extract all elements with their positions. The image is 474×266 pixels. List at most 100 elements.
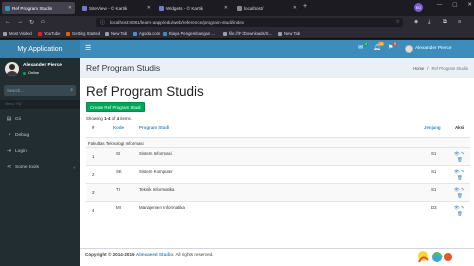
page-favicon-icon (5, 5, 10, 11)
browser-tab-active[interactable]: Ref Program Studis ✕ (2, 2, 75, 14)
avatar-body (6, 71, 18, 76)
home-icon[interactable]: ⌂ (41, 19, 45, 25)
sidebar-user-status: Online (23, 71, 39, 75)
extensions-icon[interactable]: ⧉ (443, 19, 447, 26)
browser-tab-label: Widgets - © Kartik (166, 5, 204, 11)
row-program-studi: Sistem Komputer (139, 169, 173, 174)
breadcrumb-separator: / (427, 66, 429, 71)
row-number: 2 (92, 172, 95, 177)
app-brand[interactable]: My Application (0, 40, 80, 58)
bookmark-item[interactable]: Most Visited (3, 31, 32, 36)
bookmark-item[interactable]: Getting Started (66, 31, 100, 36)
row-program-studi: Manajemen Informatika (139, 205, 185, 210)
minimize-icon[interactable]: — (437, 2, 443, 8)
content-panel: Ref Program Studis Create Ref Program St… (80, 78, 474, 248)
bookmark-icon (105, 31, 109, 36)
sidebar-toggle-icon[interactable]: ☰ (85, 44, 91, 52)
row-actions: 👁︎ ✎ 🗑︎ (454, 205, 468, 217)
messages-badge: 4 (364, 42, 368, 46)
row-jenjang: D3 (431, 205, 437, 210)
bookmark-label: New Tab (284, 31, 301, 36)
footer-copyright-prefix: Copyright © 2014-2015 (85, 252, 135, 257)
delete-trash-icon[interactable]: 🗑︎ (457, 175, 463, 181)
bookmark-label: Biaya Pengembangan ... (169, 31, 215, 36)
row-jenjang: S1 (431, 187, 437, 192)
sidebar-item-debug[interactable]: ◔ Debug (0, 129, 80, 141)
close-tab-icon[interactable]: ✕ (68, 5, 72, 11)
column-header-program-studi[interactable]: Program Studi (139, 125, 169, 130)
sidebar-item-label: Login (15, 148, 27, 154)
share-icon: ⋖ (6, 164, 12, 170)
maximize-icon[interactable]: ▢ (452, 2, 457, 8)
close-tab-icon[interactable]: ✕ (293, 5, 297, 11)
user-avatar[interactable] (405, 45, 413, 53)
file-code-icon: ▤ (6, 116, 12, 122)
bookmark-label: Getting Started (72, 31, 101, 36)
browser-tab-label: localhost/ (244, 5, 264, 11)
sidebar-search-input[interactable]: Search... (7, 88, 24, 93)
column-header-number: # (92, 125, 95, 130)
bookmark-item[interactable]: New Tab (278, 31, 300, 36)
browser-tab[interactable]: SiteView - © Kartik ✕ (79, 2, 154, 14)
window-controls: — ▢ ✕ (437, 2, 472, 8)
row-number: 1 (92, 154, 95, 159)
pocket-icon[interactable]: ◈ (414, 19, 418, 25)
youtube-icon (38, 31, 42, 36)
create-button-label: Create Ref Program Studi (90, 104, 141, 110)
menu-icon[interactable]: ≡ (458, 19, 461, 25)
table-row: 4 MI Manajemen Informatika D3 👁︎ ✎ 🗑︎ (86, 201, 470, 219)
row-kode: SI (116, 151, 121, 156)
row-kode: TI (116, 187, 120, 192)
row-program-studi: Sistem Informasi (139, 151, 172, 156)
column-header-jenjang[interactable]: Jenjang (424, 125, 441, 130)
bookmark-label: YouTube (44, 31, 61, 36)
table-row: 1 SI Sistem Informasi S1 👁︎ ✎ 🗑︎ (86, 147, 470, 165)
footer-studio-link[interactable]: Almsaeed Studio (136, 252, 173, 257)
sidebar-item-some-tools[interactable]: ⋖ Some tools ‹ (0, 161, 80, 173)
close-tab-icon[interactable]: ✕ (224, 5, 228, 11)
bookmark-icon (278, 31, 282, 36)
bookmark-icon (3, 31, 7, 36)
content-heading: Ref Program Studis (86, 63, 161, 73)
bookmark-item[interactable]: Agoda.com (133, 31, 160, 36)
page-favicon-icon (82, 5, 87, 11)
search-icon[interactable]: ⌕ (70, 87, 73, 93)
tasks-badge: 9 (393, 42, 397, 46)
close-window-icon[interactable]: ✕ (467, 2, 472, 8)
bookmark-item[interactable]: file:///F:/Downloads/S... (223, 31, 272, 36)
new-tab-button[interactable]: + (303, 3, 307, 10)
reload-icon[interactable]: ↻ (29, 19, 34, 26)
sidebar-item-login[interactable]: ⇥ Login (0, 145, 80, 157)
forward-arrow-icon[interactable]: → (17, 19, 23, 25)
row-actions: 👁︎ ✎ 🗑︎ (454, 187, 468, 199)
bookmark-label: Most Visited (9, 31, 32, 36)
sidebar-item-gii[interactable]: ▤ Gii (0, 113, 80, 125)
messages-icon[interactable]: ✉ (358, 44, 363, 51)
row-actions: 👁︎ ✎ 🗑︎ (454, 169, 468, 181)
browser-tab[interactable]: Widgets - © Kartik ✕ (156, 2, 231, 14)
corner-logo-icon (418, 251, 452, 263)
column-header-kode[interactable]: Kode (113, 125, 124, 130)
bookmark-star-icon[interactable]: ☆ (396, 19, 400, 25)
url-bar[interactable]: ⓘ localhost:8081/learn-aapp/edu/web/refe… (96, 18, 403, 27)
extension-badge[interactable]: EG (414, 3, 423, 12)
login-icon: ⇥ (6, 148, 12, 154)
bookmark-item[interactable]: New Tab (105, 31, 127, 36)
breadcrumb: Home / Ref Program Studis (413, 66, 468, 71)
delete-trash-icon[interactable]: 🗑︎ (457, 211, 463, 217)
delete-trash-icon[interactable]: 🗑︎ (457, 157, 463, 163)
header-user-name[interactable]: Alexander Pierce (415, 46, 452, 51)
bookmark-item[interactable]: Biaya Pengembangan ... (163, 31, 215, 36)
back-arrow-icon[interactable]: ← (5, 19, 11, 25)
create-ref-program-studi-button[interactable]: Create Ref Program Studi (86, 102, 145, 112)
summary-prefix: Showing (86, 116, 103, 121)
bookmark-item[interactable]: YouTube (38, 31, 60, 36)
close-tab-icon[interactable]: ✕ (147, 5, 151, 11)
status-label: Online (28, 71, 39, 75)
breadcrumb-home[interactable]: Home (413, 66, 424, 71)
browser-tab[interactable]: localhost/ ✕ (234, 2, 300, 14)
row-jenjang: S1 (431, 151, 437, 156)
row-kode: SK (116, 169, 122, 174)
delete-trash-icon[interactable]: 🗑︎ (457, 193, 463, 199)
download-icon[interactable]: ⤓ (428, 19, 430, 26)
